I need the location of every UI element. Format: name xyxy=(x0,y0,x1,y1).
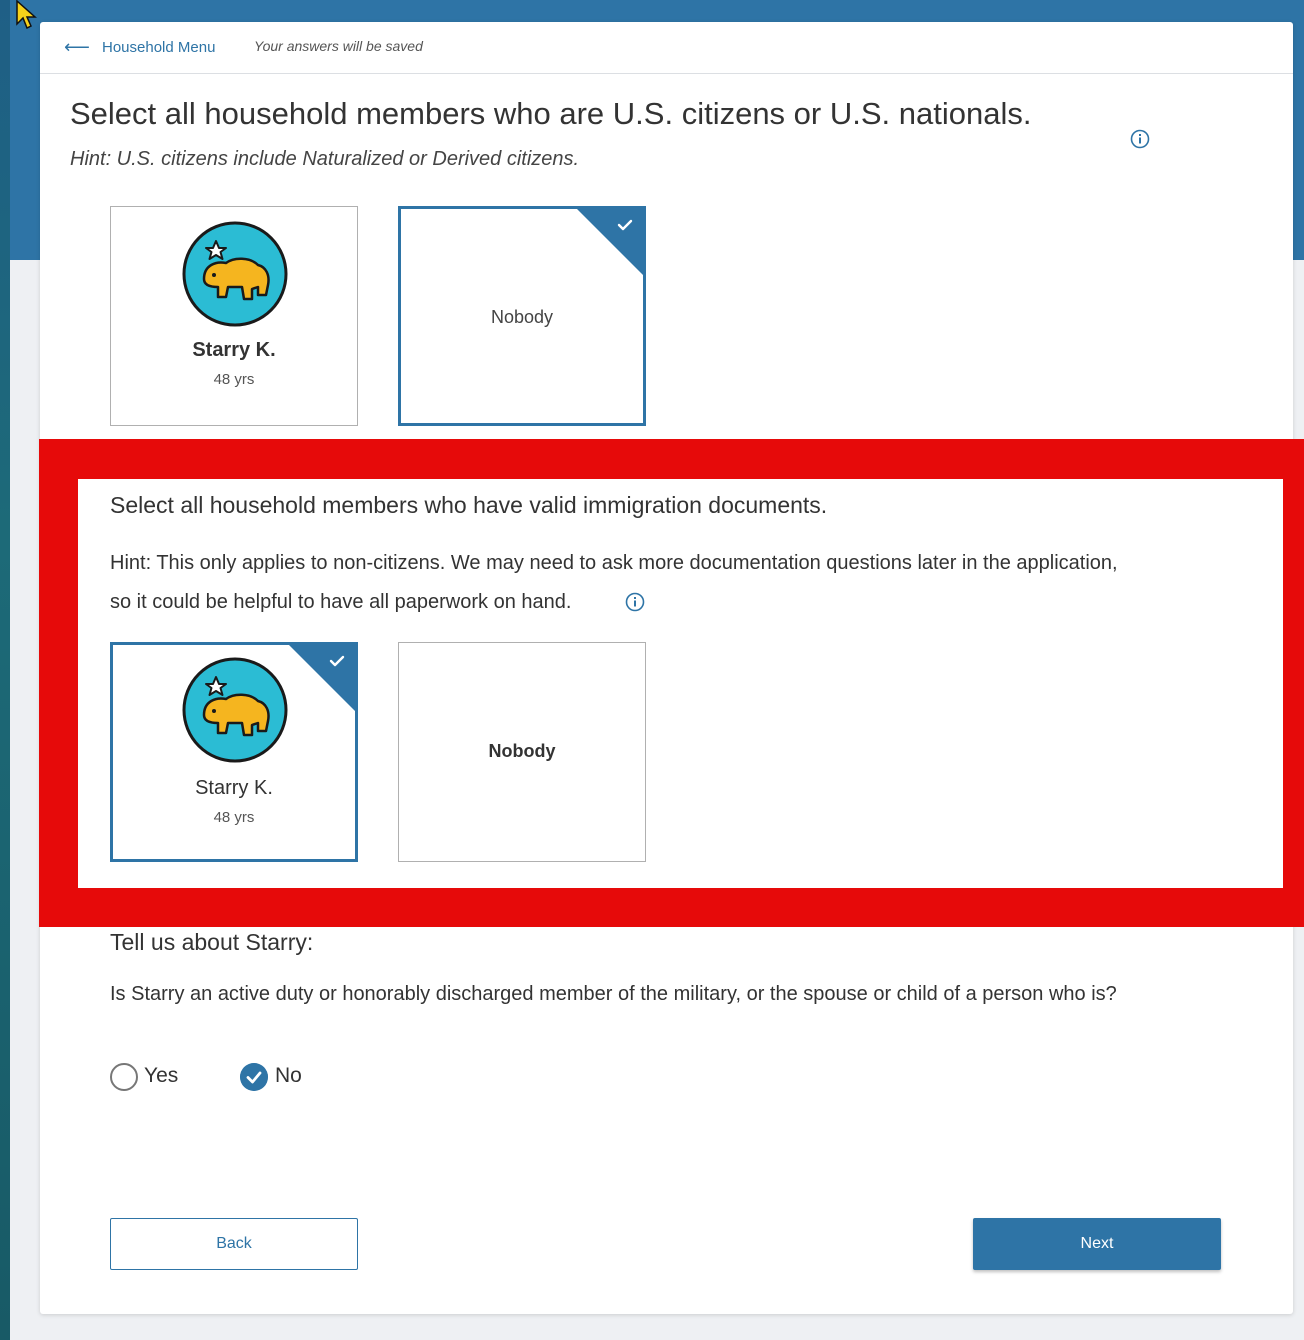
back-button[interactable]: Back xyxy=(110,1218,358,1270)
radio-no[interactable] xyxy=(240,1063,268,1091)
member-age: 48 yrs xyxy=(213,809,255,826)
arrow-left-icon[interactable]: ⟵ xyxy=(64,36,90,58)
radio-yes[interactable] xyxy=(110,1063,138,1091)
nobody-label: Nobody xyxy=(490,307,554,327)
saved-note: Your answers will be saved xyxy=(254,38,423,54)
mouse-cursor-icon xyxy=(16,0,37,30)
military-section-title: Tell us about Starry: xyxy=(110,929,314,955)
immigration-option-nobody[interactable]: Nobody xyxy=(398,642,646,862)
citizens-question-title: Select all household members who are U.S… xyxy=(70,96,1032,131)
citizens-question-hint: Hint: U.S. citizens include Naturalized … xyxy=(70,148,580,170)
member-name: Starry K. xyxy=(195,777,273,799)
immigration-question-title: Select all household members who have va… xyxy=(110,492,828,518)
info-circle-icon[interactable] xyxy=(625,592,645,612)
radio-no-label[interactable]: No xyxy=(275,1064,302,1088)
member-age: 48 yrs xyxy=(213,371,255,388)
immigration-hint-line1: Hint: This only applies to non-citizens.… xyxy=(110,552,1118,574)
bear-avatar-icon xyxy=(182,221,288,327)
citizen-option-nobody[interactable]: Nobody xyxy=(398,206,646,426)
radio-yes-label[interactable]: Yes xyxy=(144,1064,178,1088)
bear-avatar-icon xyxy=(182,657,288,763)
check-icon xyxy=(329,655,345,667)
citizen-option-starry[interactable]: Starry K. 48 yrs xyxy=(110,206,358,426)
household-menu-link[interactable]: Household Menu xyxy=(102,39,215,56)
immigration-hint-line2: so it could be helpful to have all paper… xyxy=(110,591,572,613)
nobody-label: Nobody xyxy=(488,741,556,761)
info-circle-icon[interactable] xyxy=(1130,129,1150,149)
left-edge-background xyxy=(0,0,10,1340)
immigration-option-starry[interactable]: Starry K. 48 yrs xyxy=(110,642,358,862)
check-icon xyxy=(617,219,633,231)
military-question: Is Starry an active duty or honorably di… xyxy=(110,983,1117,1005)
member-name: Starry K. xyxy=(192,339,276,361)
next-button[interactable]: Next xyxy=(973,1218,1221,1270)
top-bar: ⟵ Household Menu Your answers will be sa… xyxy=(40,22,1293,74)
